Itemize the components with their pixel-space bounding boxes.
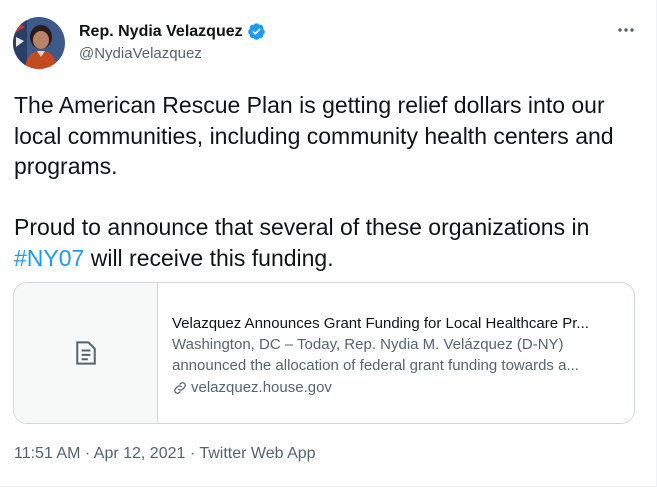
tweet-paragraph-2-end: will receive this funding. xyxy=(84,244,334,271)
tweet-metadata: 11:51 AM · Apr 12, 2021 · Twitter Web Ap… xyxy=(14,445,316,463)
verified-badge-icon xyxy=(247,22,266,41)
card-description-line-2: announced the allocation of federal gran… xyxy=(172,357,579,374)
author-handle[interactable]: @NydiaVelazquez xyxy=(79,45,202,62)
card-body: Velazquez Announces Grant Funding for Lo… xyxy=(158,283,634,423)
avatar-portrait-image xyxy=(13,17,65,69)
card-title: Velazquez Announces Grant Funding for Lo… xyxy=(172,315,589,332)
card-domain-text: velazquez.house.gov xyxy=(191,379,332,396)
card-thumbnail xyxy=(14,283,158,423)
tweet-paragraph-2-start: Proud to announce that several of these … xyxy=(14,214,596,241)
more-dots-icon[interactable] xyxy=(615,20,637,40)
tweet-source[interactable]: Twitter Web App xyxy=(199,445,315,462)
tweet-paragraph-1: The American Rescue Plan is getting reli… xyxy=(14,92,620,180)
tweet-container: Rep. Nydia Velazquez @NydiaVelazquez The… xyxy=(0,0,657,487)
card-domain: velazquez.house.gov xyxy=(172,377,624,398)
link-icon xyxy=(174,381,186,394)
tweet-date[interactable]: Apr 12, 2021 xyxy=(94,445,186,462)
tweet-text: The American Rescue Plan is getting reli… xyxy=(14,90,639,274)
meta-separator: · xyxy=(80,445,94,462)
tweet-time[interactable]: 11:51 AM xyxy=(14,445,80,462)
meta-separator: · xyxy=(185,445,200,462)
author-name-row: Rep. Nydia Velazquez xyxy=(79,22,266,41)
avatar[interactable] xyxy=(13,17,65,69)
document-icon xyxy=(75,341,96,365)
card-description-line-1: Washington, DC – Today, Rep. Nydia M. Ve… xyxy=(172,336,564,353)
card-description: Washington, DC – Today, Rep. Nydia M. Ve… xyxy=(172,334,624,376)
author-display-name[interactable]: Rep. Nydia Velazquez xyxy=(79,23,243,41)
link-preview-card[interactable]: Velazquez Announces Grant Funding for Lo… xyxy=(13,282,635,424)
hashtag-link[interactable]: #NY07 xyxy=(14,245,84,271)
